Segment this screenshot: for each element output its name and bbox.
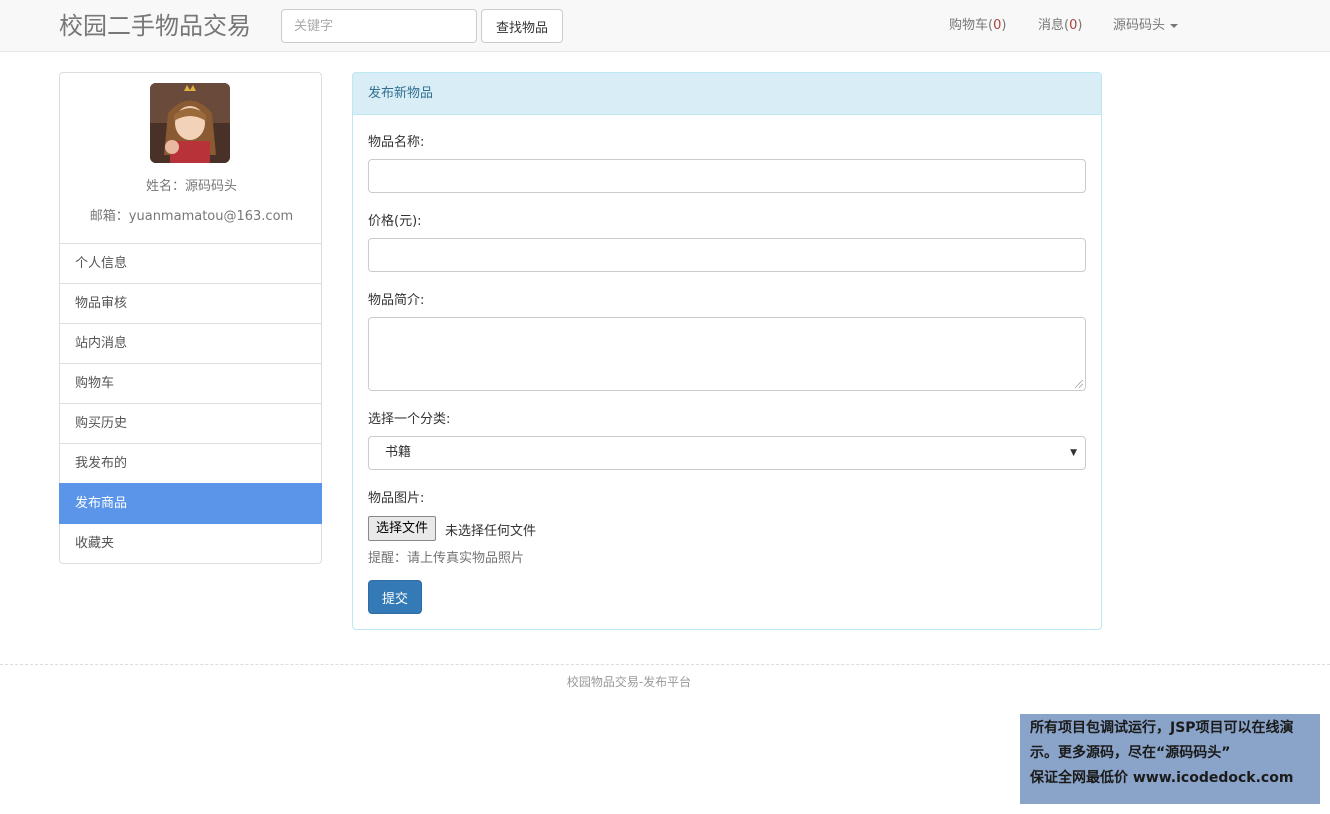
- search-button[interactable]: 查找物品: [481, 9, 563, 43]
- submit-button[interactable]: 提交: [368, 580, 422, 614]
- promo-banner: 所有项目包调试运行，JSP项目可以在线演 示。更多源码，尽在“源码码头” 保证全…: [1020, 714, 1320, 804]
- upload-hint: 提醒：请上传真实物品照片: [368, 551, 525, 566]
- description-label: 物品简介:: [368, 293, 425, 308]
- resize-grip-icon[interactable]: [1075, 380, 1083, 388]
- footer-divider: [0, 664, 1330, 665]
- cart-link[interactable]: 购物车(0): [949, 17, 1006, 35]
- cart-label: 购物车(: [949, 18, 994, 33]
- category-selected-value: 书籍: [385, 445, 412, 460]
- promo-line-2: 示。更多源码，尽在“源码码头”: [1030, 745, 1231, 761]
- promo-line-3: 保证全网最低价 www.icodedock.com: [1030, 770, 1294, 786]
- user-menu-dropdown[interactable]: 源码码头: [1113, 17, 1179, 35]
- sidebar-item-profile[interactable]: 个人信息: [59, 243, 322, 284]
- price-label: 价格(元):: [368, 214, 422, 229]
- sidebar-menu: 个人信息 物品审核 站内消息 购物车 购买历史 我发布的 发布商品 收藏夹: [59, 243, 322, 564]
- price-field[interactable]: [368, 238, 1086, 272]
- profile-name: 姓名：源码码头: [145, 179, 237, 194]
- choose-file-button[interactable]: 选择文件: [368, 516, 437, 541]
- search-input[interactable]: [281, 9, 477, 43]
- select-arrow-icon: ▼: [1070, 448, 1077, 458]
- user-menu-label: 源码码头: [1113, 18, 1166, 33]
- sidebar-item-my-posts[interactable]: 我发布的: [59, 443, 322, 484]
- sidebar-item-cart[interactable]: 购物车: [59, 363, 322, 404]
- sidebar-item-purchase-history[interactable]: 购买历史: [59, 403, 322, 444]
- caret-down-icon: [1170, 23, 1179, 28]
- sidebar-item-messages[interactable]: 站内消息: [59, 323, 322, 364]
- panel-heading: 发布新物品: [353, 73, 1101, 115]
- sidebar-item-favorites[interactable]: 收藏夹: [59, 523, 322, 564]
- promo-line-1: 所有项目包调试运行，JSP项目可以在线演: [1030, 720, 1294, 736]
- sidebar-item-publish[interactable]: 发布商品: [59, 483, 322, 524]
- avatar: [150, 83, 230, 163]
- top-navbar: 校园二手物品交易 查找物品 购物车(0) 消息(0) 源码码头: [0, 0, 1330, 52]
- publish-panel: 发布新物品 物品名称: 价格(元): 物品简介: 选择一个分类: 书籍 ▼ 物品…: [352, 72, 1102, 630]
- sidebar-item-review[interactable]: 物品审核: [59, 283, 322, 324]
- item-name-label: 物品名称:: [368, 135, 425, 150]
- item-name-field[interactable]: [368, 159, 1086, 193]
- messages-label: 消息(: [1038, 18, 1070, 33]
- cart-label-close: ): [1001, 18, 1007, 33]
- image-label: 物品图片:: [368, 491, 425, 506]
- brand-title[interactable]: 校园二手物品交易: [59, 10, 251, 42]
- profile-card: 姓名：源码码头 邮箱：yuanmamatou@163.com: [59, 72, 322, 244]
- messages-label-close: ): [1077, 18, 1083, 33]
- footer-text: 校园物品交易-发布平台: [566, 675, 692, 689]
- category-label: 选择一个分类:: [368, 412, 451, 427]
- file-status-text: 未选择任何文件: [445, 524, 537, 539]
- description-textarea[interactable]: [368, 317, 1086, 391]
- profile-email: 邮箱：yuanmamatou@163.com: [89, 209, 294, 224]
- messages-link[interactable]: 消息(0): [1038, 17, 1082, 35]
- category-select[interactable]: 书籍 ▼: [368, 436, 1086, 470]
